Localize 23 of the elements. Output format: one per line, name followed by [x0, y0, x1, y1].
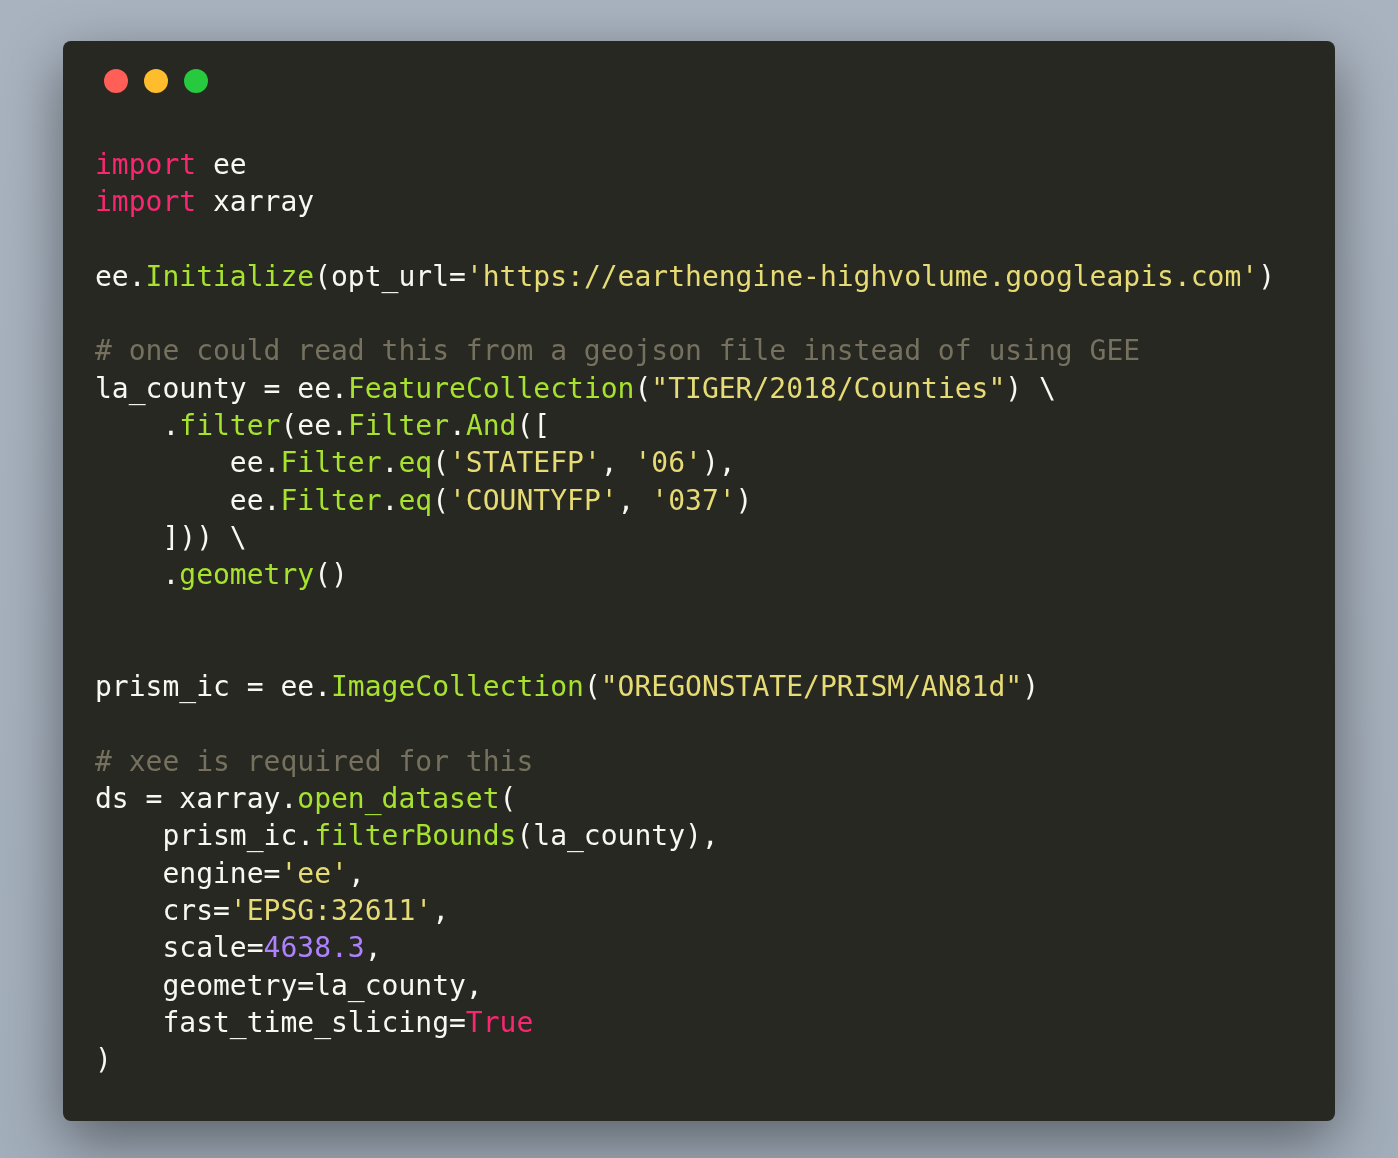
code-line: geometry=la_county,	[162, 967, 483, 1004]
code-line: ])) \	[162, 519, 247, 556]
zoom-window-icon[interactable]	[184, 69, 208, 93]
code-line: import ee	[95, 147, 247, 183]
code-line: )	[95, 1042, 112, 1079]
close-window-icon[interactable]	[104, 69, 128, 93]
code-line: scale=4638.3,	[162, 930, 382, 967]
code-comment: # xee is required for this	[95, 743, 534, 780]
code-line: ee.Filter.eq('COUNTYFP', '037')	[229, 482, 753, 519]
code-line: fast_time_slicing=True	[162, 1004, 534, 1041]
minimize-window-icon[interactable]	[144, 69, 168, 93]
code-line: prism_ic = ee.ImageCollection("OREGONSTATE/PRISM/AN81d")	[95, 669, 1040, 706]
code-line: ee.Initialize(opt_url='https://earthengine-highvolume.googleapis.com')	[95, 258, 1276, 295]
code-line: prism_ic.filterBounds(la_county),	[162, 818, 719, 855]
code-line: crs='EPSG:32611',	[162, 892, 449, 929]
code-line: .filter(ee.Filter.And([	[162, 408, 551, 445]
code-line: .geometry()	[162, 557, 348, 594]
code-line: import xarray	[95, 184, 315, 221]
code-line: engine='ee',	[162, 855, 365, 892]
code-line: la_county = ee.FeatureCollection("TIGER/2018/Counties") \	[95, 370, 1056, 407]
code-comment: # one could read this from a geojson file instead of using GEE	[95, 333, 1141, 370]
code-line: ds = xarray.open_dataset(	[95, 781, 517, 818]
code-line: ee.Filter.eq('STATEFP', '06'),	[229, 445, 736, 482]
